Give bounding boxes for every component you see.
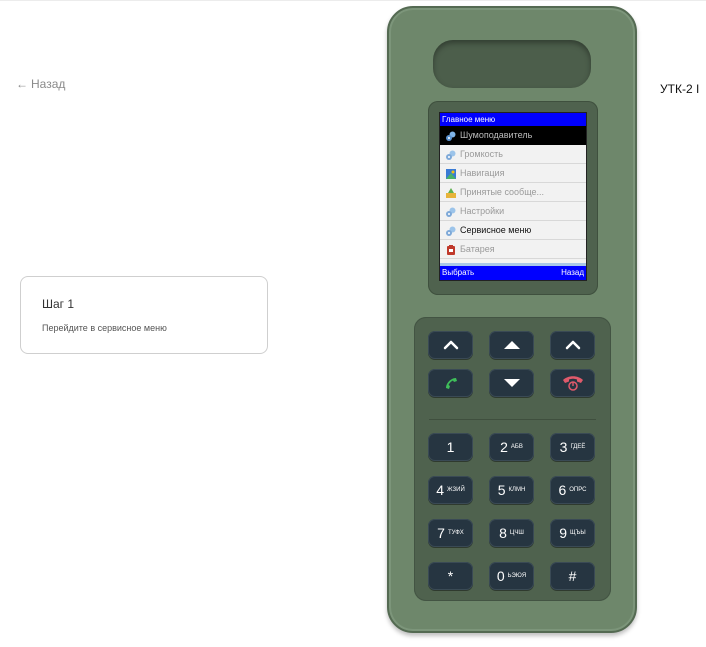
speaker-grille xyxy=(433,40,591,88)
keypad: 1 2 АБВ 3 ГДЕЁ 4 ЖЗИЙ 5 КЛМН 6 ОПРС 7 ТУФХ 8 ЦЧ… xyxy=(414,317,611,601)
right-softkey-button[interactable] xyxy=(550,331,595,359)
radio-device: Главное меню Шумоподавитель Громкость На… xyxy=(387,6,637,633)
triangle-down-icon xyxy=(503,379,520,387)
key-digit: 8 xyxy=(499,525,507,541)
menu-item-volume[interactable]: Громкость xyxy=(440,145,586,164)
triangle-up-icon xyxy=(503,341,520,349)
key-letters: ОПРС xyxy=(569,487,587,493)
key-star[interactable]: * xyxy=(428,562,473,590)
key-letters: ГДЕЁ xyxy=(570,444,586,450)
key-letters: ТУФХ xyxy=(447,530,464,536)
softkey-select[interactable]: Выбрать xyxy=(442,266,474,280)
phone-call-icon xyxy=(445,378,457,389)
key-letters: КЛМН xyxy=(508,487,526,493)
key-0[interactable]: 0 ЬЭЮЯ xyxy=(489,562,534,590)
device-title: УТК-2 I xyxy=(660,82,700,96)
keypad-divider xyxy=(429,419,596,420)
key-digit: 0 xyxy=(496,568,505,584)
menu-item-label: Шумоподавитель xyxy=(460,130,533,140)
back-label: Назад xyxy=(31,77,66,91)
key-letters: АБВ xyxy=(510,444,523,450)
step-title: Шаг 1 xyxy=(42,297,75,311)
menu-item-noise-suppressor[interactable]: Шумоподавитель xyxy=(440,126,586,145)
chevron-up-icon xyxy=(443,340,458,350)
menu-item-battery[interactable]: Батарея xyxy=(440,240,586,259)
key-letters: ЬЭЮЯ xyxy=(507,573,527,579)
key-6[interactable]: 6 ОПРС xyxy=(550,476,595,504)
menu-item-label: Батарея xyxy=(460,244,495,254)
back-link[interactable]: ← Назад xyxy=(16,77,65,91)
gears-icon xyxy=(446,226,456,236)
key-3[interactable]: 3 ГДЕЁ xyxy=(550,433,595,461)
menu-item-received-messages[interactable]: Принятые сообще... xyxy=(440,183,586,202)
key-9[interactable]: 9 ЩЪЫ xyxy=(550,519,595,547)
menu-item-label: Навигация xyxy=(460,168,505,178)
softkey-bar: Выбрать Назад xyxy=(440,266,586,280)
key-letters: ЩЪЫ xyxy=(570,530,586,536)
menu-item-settings[interactable]: Настройки xyxy=(440,202,586,221)
softkey-back[interactable]: Назад xyxy=(561,266,584,280)
key-digit: * xyxy=(447,568,454,584)
battery-icon xyxy=(447,244,455,255)
gears-icon xyxy=(446,207,456,217)
key-digit: 3 xyxy=(559,439,568,455)
menu-title: Главное меню xyxy=(440,113,586,126)
key-digit: 7 xyxy=(437,525,445,541)
menu-item-label: Принятые сообще... xyxy=(460,187,545,197)
messages-icon xyxy=(446,187,456,198)
step-description: Перейдите в сервисное меню xyxy=(42,323,167,333)
power-end-icon xyxy=(562,376,583,391)
key-8[interactable]: 8 ЦЧШ xyxy=(489,519,534,547)
gears-icon xyxy=(446,131,456,141)
key-digit: 9 xyxy=(559,525,568,541)
up-button[interactable] xyxy=(489,331,534,359)
left-softkey-button[interactable] xyxy=(428,331,473,359)
map-icon xyxy=(446,168,456,179)
key-digit: # xyxy=(568,568,577,584)
key-digit: 2 xyxy=(500,439,508,455)
back-arrow-icon: ← xyxy=(16,77,28,91)
key-digit: 4 xyxy=(436,482,445,498)
device-screen: Главное меню Шумоподавитель Громкость На… xyxy=(439,112,587,281)
key-letters: ЦЧШ xyxy=(509,530,524,536)
menu-item-service-menu[interactable]: Сервисное меню xyxy=(440,221,586,240)
end-power-button[interactable] xyxy=(550,369,595,397)
key-1[interactable]: 1 xyxy=(428,433,473,461)
call-button[interactable] xyxy=(428,369,473,397)
menu-item-label: Настройки xyxy=(460,206,505,216)
key-hash[interactable]: # xyxy=(550,562,595,590)
key-2[interactable]: 2 АБВ xyxy=(489,433,534,461)
menu-item-navigation[interactable]: Навигация xyxy=(440,164,586,183)
step-card: Шаг 1 Перейдите в сервисное меню xyxy=(20,276,268,354)
key-letters: ЖЗИЙ xyxy=(447,487,465,493)
key-4[interactable]: 4 ЖЗИЙ xyxy=(428,476,473,504)
down-button[interactable] xyxy=(489,369,534,397)
menu-item-label: Сервисное меню xyxy=(460,225,532,235)
menu-item-label: Громкость xyxy=(460,149,503,159)
screen-bezel: Главное меню Шумоподавитель Громкость На… xyxy=(428,101,598,295)
key-5[interactable]: 5 КЛМН xyxy=(489,476,534,504)
chevron-up-icon xyxy=(565,340,580,350)
key-digit: 6 xyxy=(558,482,567,498)
key-digit: 5 xyxy=(497,482,506,498)
key-7[interactable]: 7 ТУФХ xyxy=(428,519,473,547)
key-digit: 1 xyxy=(446,439,455,455)
top-divider xyxy=(0,0,706,1)
gears-icon xyxy=(446,150,456,160)
